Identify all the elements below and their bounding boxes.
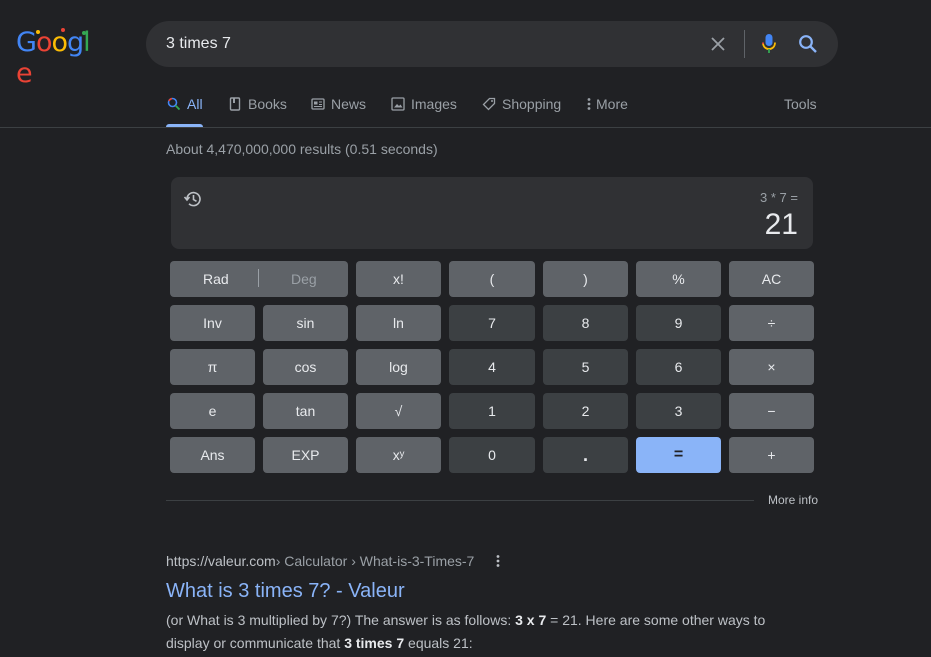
key-add[interactable]: + — [729, 437, 814, 473]
deg-option[interactable]: Deg — [291, 271, 317, 287]
result-breadcrumbs: › Calculator › What-is-3-Times-7 — [275, 553, 475, 569]
calculator-display: 3 * 7 = 21 — [171, 177, 813, 249]
snippet-emphasis: 3 x 7 — [515, 612, 547, 628]
tab-images[interactable]: Images — [390, 90, 457, 127]
key-inv[interactable]: Inv — [170, 305, 255, 341]
search-button[interactable] — [796, 32, 820, 56]
search-icon — [166, 96, 182, 112]
more-vert-icon — [585, 96, 593, 112]
snippet-text: equals 21: — [404, 635, 473, 651]
key-log[interactable]: log — [356, 349, 441, 385]
key-4[interactable]: 4 — [449, 349, 535, 385]
key-percent[interactable]: % — [636, 261, 721, 297]
logo-letter-o2: o — [51, 27, 68, 58]
key-divide[interactable]: ÷ — [729, 305, 814, 341]
key-close-paren[interactable]: ) — [543, 261, 628, 297]
key-tan[interactable]: tan — [263, 393, 348, 429]
key-power[interactable]: xʸ — [356, 437, 441, 473]
result-menu-button[interactable] — [492, 553, 504, 569]
tab-news[interactable]: News — [310, 90, 366, 127]
tabs-divider — [0, 127, 931, 128]
tab-shopping[interactable]: Shopping — [481, 90, 561, 127]
key-multiply[interactable]: × — [729, 349, 814, 385]
search-box — [146, 21, 838, 67]
rad-option[interactable]: Rad — [203, 271, 229, 287]
key-5[interactable]: 5 — [543, 349, 628, 385]
key-factorial[interactable]: x! — [356, 261, 441, 297]
key-ln[interactable]: ln — [356, 305, 441, 341]
voice-search-button[interactable] — [757, 32, 781, 56]
key-0[interactable]: 0 — [449, 437, 535, 473]
key-all-clear[interactable]: AC — [729, 261, 814, 297]
tab-label: All — [187, 96, 203, 112]
key-6[interactable]: 6 — [636, 349, 721, 385]
logo-letter-g1: G — [16, 27, 37, 58]
result-url[interactable]: https://valeur.com › Calculator › What-i… — [166, 553, 806, 569]
logo-ornament-dot — [36, 30, 40, 34]
microphone-icon — [762, 34, 776, 53]
tag-icon — [481, 96, 497, 112]
key-decimal[interactable]: . — [543, 437, 628, 473]
history-icon — [183, 191, 201, 207]
calculator-result: 21 — [764, 208, 798, 241]
tab-label: Books — [248, 96, 287, 112]
close-icon — [711, 37, 725, 51]
key-2[interactable]: 2 — [543, 393, 628, 429]
key-sin[interactable]: sin — [263, 305, 348, 341]
search-divider — [744, 30, 745, 58]
tab-books[interactable]: Books — [227, 90, 287, 127]
key-1[interactable]: 1 — [449, 393, 535, 429]
more-vert-icon — [496, 555, 500, 567]
tab-all[interactable]: All — [166, 90, 203, 127]
tab-more[interactable]: More — [585, 90, 628, 127]
logo-ornament-dot — [82, 31, 86, 35]
result-site: https://valeur.com — [166, 553, 276, 569]
search-result: https://valeur.com › Calculator › What-i… — [166, 553, 806, 655]
key-8[interactable]: 8 — [543, 305, 628, 341]
key-subtract[interactable]: − — [729, 393, 814, 429]
calculator-keypad: Rad Deg x! ( ) % AC Inv sin ln 7 8 9 ÷ π… — [170, 261, 814, 473]
more-info-divider — [166, 500, 754, 501]
key-pi[interactable]: π — [170, 349, 255, 385]
search-icon — [799, 35, 817, 53]
search-tabs: All Books News Images Shopping More Tool… — [166, 90, 818, 128]
search-input[interactable] — [166, 34, 686, 54]
google-logo[interactable]: Google — [16, 27, 96, 89]
logo-letter-e: e — [16, 58, 33, 89]
tab-label: Shopping — [502, 96, 562, 112]
history-button[interactable] — [183, 189, 203, 209]
rad-deg-separator — [258, 269, 259, 287]
key-sqrt[interactable]: √ — [356, 393, 441, 429]
key-equals[interactable]: = — [636, 437, 721, 473]
rad-deg-toggle[interactable]: Rad Deg — [170, 261, 348, 297]
image-icon — [390, 96, 406, 112]
tab-label: Images — [411, 96, 457, 112]
snippet-emphasis: 3 times 7 — [344, 635, 405, 651]
tab-label: Tools — [784, 96, 817, 112]
logo-ornament-dot — [61, 28, 65, 32]
snippet-text: (or What is 3 multiplied by 7?) The answ… — [166, 612, 516, 628]
tab-tools[interactable]: Tools — [784, 90, 817, 127]
key-exp[interactable]: EXP — [263, 437, 348, 473]
key-ans[interactable]: Ans — [170, 437, 255, 473]
calculator-expression: 3 * 7 = — [760, 190, 798, 205]
news-icon — [310, 96, 326, 112]
book-icon — [227, 96, 243, 112]
logo-letter-g2: g — [67, 27, 84, 58]
result-stats: About 4,470,000,000 results (0.51 second… — [166, 141, 438, 157]
tab-label: News — [331, 96, 367, 112]
key-cos[interactable]: cos — [263, 349, 348, 385]
result-title-link[interactable]: What is 3 times 7? - Valeur — [166, 580, 806, 603]
key-7[interactable]: 7 — [449, 305, 535, 341]
more-info-link[interactable]: More info — [768, 493, 818, 507]
key-9[interactable]: 9 — [636, 305, 721, 341]
key-e[interactable]: e — [170, 393, 255, 429]
tab-label: More — [596, 96, 628, 112]
clear-search-button[interactable] — [706, 32, 730, 56]
key-open-paren[interactable]: ( — [449, 261, 535, 297]
result-snippet: (or What is 3 multiplied by 7?) The answ… — [166, 609, 786, 655]
key-3[interactable]: 3 — [636, 393, 721, 429]
